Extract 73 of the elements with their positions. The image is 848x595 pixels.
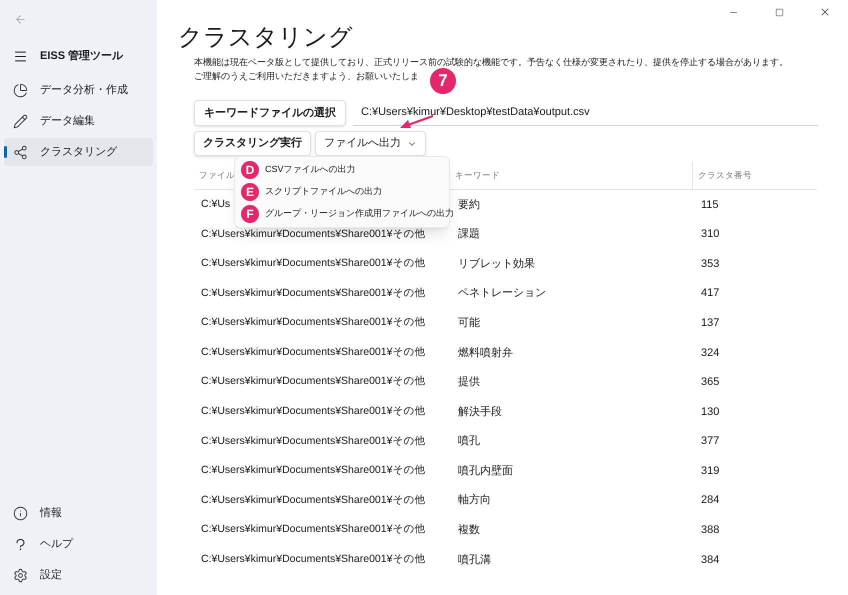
table-cell: C:¥Users¥kimur¥Documents¥Share001¥その他 (201, 228, 426, 240)
table-cell: 噴孔溝 (458, 554, 491, 566)
selection-indicator (4, 146, 7, 158)
app-title: EISS 管理ツール (40, 48, 124, 64)
description-text: 本機能は現在ベータ版として提供しており、正式リリース前の試験的な機能です。予告なく仕様が変更されたり、提供を停止する場合があります。 (194, 56, 788, 69)
export-dropdown-button[interactable]: ファイルへ出力 (315, 131, 426, 156)
table-cell: 噴孔 (458, 435, 480, 448)
menu-item[interactable]: CSVファイルへの出力 (265, 163, 356, 177)
annotation-badge: F (241, 205, 259, 223)
maximize-icon (774, 8, 784, 16)
table-cell: 377 (701, 435, 720, 448)
table-cell: 燃料噴射弁 (458, 346, 513, 359)
nav-item[interactable]: データ分析・作成 (4, 76, 153, 104)
table-cell: 384 (701, 554, 720, 566)
run-clustering-button[interactable]: クラスタリング実行 (194, 131, 311, 156)
file-path-field[interactable]: C:¥Users¥kimur¥Desktop¥testData¥output.csv (353, 100, 818, 126)
table-cell: リブレット効果 (458, 258, 535, 270)
table-cell: 課題 (458, 228, 480, 240)
nav-item[interactable]: 情報 (4, 499, 153, 527)
table-cell: C:¥Users¥kimur¥Documents¥Share001¥その他 (201, 286, 426, 299)
table-cell: 353 (701, 258, 720, 270)
table-cell: 324 (701, 346, 720, 359)
table-cell: C:¥Users¥kimur¥Documents¥Share001¥その他 (201, 494, 426, 506)
page-title: クラスタリング (178, 23, 354, 53)
column-header[interactable]: ファイル (199, 169, 235, 182)
table-cell: C:¥Users¥kimur¥Documents¥Share001¥その他 (201, 346, 426, 358)
table-cell: 解決手段 (458, 406, 502, 418)
table-cell: 130 (701, 406, 720, 418)
table-cell: 319 (701, 464, 720, 477)
nav-item[interactable]: クラスタリング (4, 138, 153, 166)
table-cell: C:¥Users¥kimur¥Documents¥Share001¥その他 (201, 434, 426, 447)
table-cell: 提供 (458, 376, 480, 388)
network-icon (13, 144, 28, 160)
table-cell: C:¥Users¥kimur¥Documents¥Share001¥その他 (201, 316, 426, 328)
column-header[interactable]: キーワード (455, 169, 500, 182)
menu-item[interactable]: グループ・リージョン作成用ファイルへの出力 (265, 207, 454, 221)
table-cell: 137 (701, 316, 720, 329)
column-header[interactable]: クラスタ番号 (698, 169, 752, 182)
table-cell: 要約 (458, 198, 480, 211)
table-cell: 284 (701, 494, 720, 506)
description-text: ご理解のうえご利用いただきますよう、お願いいたしま (194, 70, 419, 83)
table-cell: 噴孔内壁面 (458, 464, 513, 477)
nav-item[interactable]: データ編集 (4, 107, 153, 135)
table-cell: 388 (701, 524, 720, 536)
annotation-badge: D (241, 161, 259, 179)
table-cell: C:¥Users¥kimur¥Documents¥Share001¥その他 (201, 405, 426, 418)
nav-item[interactable]: ヘルプ (4, 530, 153, 558)
table-cell: C:¥Users¥kimur¥Documents¥Share001¥その他 (201, 375, 426, 388)
table-cell: C:¥Users¥kimur¥Documents¥Share001¥その他 (201, 257, 426, 270)
table-cell: ペネトレーション (458, 287, 546, 300)
table-cell: C:¥Users¥kimur¥Documents¥Share001¥その他 (201, 553, 426, 566)
table-cell: 310 (701, 228, 720, 240)
table-cell: 115 (701, 198, 719, 211)
table-cell: 417 (701, 287, 720, 300)
table-cell: 365 (701, 376, 720, 388)
table-cell: 軸方向 (458, 494, 491, 506)
table-cell: C:¥Users¥kimur¥Documents¥Share001¥その他 (201, 464, 426, 476)
settings-icon (13, 568, 28, 582)
info-icon (13, 506, 28, 520)
menu-item[interactable]: スクリプトファイルへの出力 (265, 185, 382, 199)
pie-chart-icon (13, 82, 28, 98)
close-icon (819, 6, 831, 18)
nav-item[interactable]: 設定 (4, 561, 153, 589)
table-cell: C:¥Users¥kimur¥Documents¥Share001¥その他 (201, 523, 426, 536)
table-cell: 複数 (458, 524, 480, 536)
select-file-button[interactable]: キーワードファイルの選択 (194, 100, 346, 126)
table-cell: 可能 (458, 316, 480, 329)
menu-icon[interactable] (13, 48, 28, 64)
annotation-badge: 7 (428, 66, 458, 96)
table-cell: C:¥Us (201, 198, 230, 210)
back-arrow-icon (14, 12, 27, 26)
pencil-icon (13, 114, 28, 128)
annotation-badge: E (241, 183, 259, 201)
